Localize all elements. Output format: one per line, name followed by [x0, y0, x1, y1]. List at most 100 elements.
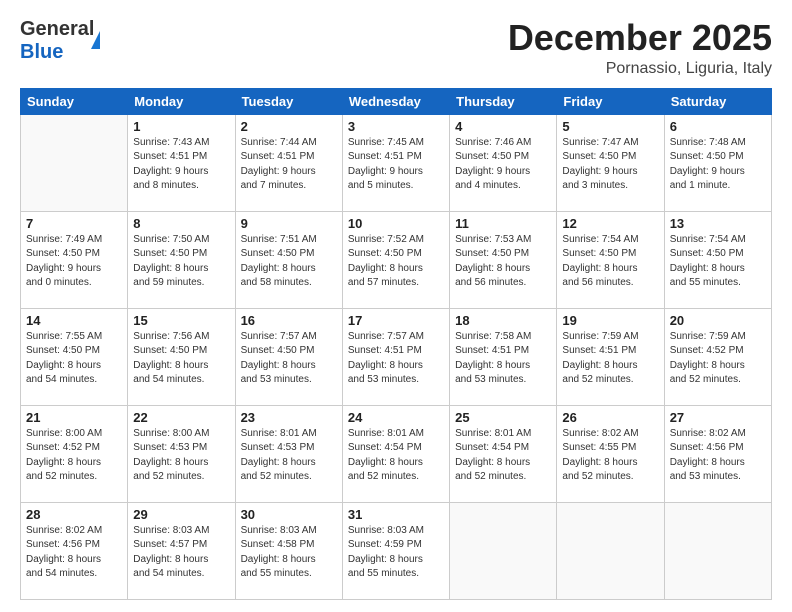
- day-info: Sunrise: 8:02 AM Sunset: 4:56 PM Dayligh…: [670, 427, 766, 485]
- day-info: Sunrise: 7:54 AM Sunset: 4:50 PM Dayligh…: [562, 233, 658, 291]
- calendar-cell: [21, 114, 128, 211]
- col-friday: Friday: [557, 88, 664, 114]
- day-number: 10: [348, 216, 444, 231]
- day-info: Sunrise: 8:03 AM Sunset: 4:57 PM Dayligh…: [133, 524, 229, 582]
- day-number: 14: [26, 313, 122, 328]
- calendar-cell: 16Sunrise: 7:57 AM Sunset: 4:50 PM Dayli…: [235, 308, 342, 405]
- day-number: 23: [241, 410, 337, 425]
- col-saturday: Saturday: [664, 88, 771, 114]
- day-number: 19: [562, 313, 658, 328]
- day-info: Sunrise: 8:02 AM Sunset: 4:55 PM Dayligh…: [562, 427, 658, 485]
- col-thursday: Thursday: [450, 88, 557, 114]
- calendar-cell: 17Sunrise: 7:57 AM Sunset: 4:51 PM Dayli…: [342, 308, 449, 405]
- day-number: 18: [455, 313, 551, 328]
- location: Pornassio, Liguria, Italy: [508, 60, 772, 78]
- calendar-week-2: 7Sunrise: 7:49 AM Sunset: 4:50 PM Daylig…: [21, 211, 772, 308]
- day-info: Sunrise: 7:57 AM Sunset: 4:51 PM Dayligh…: [348, 330, 444, 388]
- day-number: 31: [348, 507, 444, 522]
- day-number: 24: [348, 410, 444, 425]
- calendar-cell: 9Sunrise: 7:51 AM Sunset: 4:50 PM Daylig…: [235, 211, 342, 308]
- calendar-week-1: 1 Sunrise: 7:43 AM Sunset: 4:51 PM Daylig…: [21, 114, 772, 211]
- day-number: 28: [26, 507, 122, 522]
- calendar: Sunday Monday Tuesday Wednesday Thursday…: [20, 88, 772, 600]
- day-info: Sunrise: 7:56 AM Sunset: 4:50 PM Dayligh…: [133, 330, 229, 388]
- day-number: 27: [670, 410, 766, 425]
- calendar-cell: 20Sunrise: 7:59 AM Sunset: 4:52 PM Dayli…: [664, 308, 771, 405]
- calendar-cell: 7Sunrise: 7:49 AM Sunset: 4:50 PM Daylig…: [21, 211, 128, 308]
- calendar-cell: 30 Sunrise: 8:03 AM Sunset: 4:58 PM Dayli…: [235, 502, 342, 599]
- calendar-cell: 6Sunrise: 7:48 AM Sunset: 4:50 PM Daylig…: [664, 114, 771, 211]
- calendar-cell: 5Sunrise: 7:47 AM Sunset: 4:50 PM Daylig…: [557, 114, 664, 211]
- title-area: December 2025 Pornassio, Liguria, Italy: [508, 18, 772, 78]
- calendar-header-row: Sunday Monday Tuesday Wednesday Thursday…: [21, 88, 772, 114]
- day-number: 15: [133, 313, 229, 328]
- day-number: 26: [562, 410, 658, 425]
- calendar-cell: [450, 502, 557, 599]
- day-number: 6: [670, 119, 766, 134]
- header: General Blue December 2025 Pornassio, Li…: [20, 18, 772, 78]
- day-info: Sunrise: 8:01 AM Sunset: 4:54 PM Dayligh…: [348, 427, 444, 485]
- day-number: 13: [670, 216, 766, 231]
- day-number: 30: [241, 507, 337, 522]
- calendar-week-3: 14 Sunrise: 7:55 AM Sunset: 4:50 PM Dayli…: [21, 308, 772, 405]
- day-info: Sunrise: 7:45 AM Sunset: 4:51 PM Dayligh…: [348, 136, 444, 194]
- day-info: Sunrise: 7:59 AM Sunset: 4:52 PM Dayligh…: [670, 330, 766, 388]
- day-number: 3: [348, 119, 444, 134]
- calendar-cell: 3 Sunrise: 7:45 AM Sunset: 4:51 PM Daylig…: [342, 114, 449, 211]
- day-info: Sunrise: 7:51 AM Sunset: 4:50 PM Dayligh…: [241, 233, 337, 291]
- day-info: Sunrise: 8:03 AM Sunset: 4:59 PM Dayligh…: [348, 524, 444, 582]
- logo-general: General: [20, 18, 94, 41]
- calendar-cell: [664, 502, 771, 599]
- calendar-cell: 24 Sunrise: 8:01 AM Sunset: 4:54 PM Dayli…: [342, 405, 449, 502]
- day-info: Sunrise: 8:01 AM Sunset: 4:54 PM Dayligh…: [455, 427, 551, 485]
- calendar-cell: 27 Sunrise: 8:02 AM Sunset: 4:56 PM Dayli…: [664, 405, 771, 502]
- calendar-cell: 25 Sunrise: 8:01 AM Sunset: 4:54 PM Dayli…: [450, 405, 557, 502]
- day-info: Sunrise: 8:00 AM Sunset: 4:52 PM Dayligh…: [26, 427, 122, 485]
- col-sunday: Sunday: [21, 88, 128, 114]
- day-info: Sunrise: 7:46 AM Sunset: 4:50 PM Dayligh…: [455, 136, 551, 194]
- day-info: Sunrise: 7:54 AM Sunset: 4:50 PM Dayligh…: [670, 233, 766, 291]
- calendar-cell: 22Sunrise: 8:00 AM Sunset: 4:53 PM Dayli…: [128, 405, 235, 502]
- calendar-cell: 26 Sunrise: 8:02 AM Sunset: 4:55 PM Dayli…: [557, 405, 664, 502]
- calendar-cell: 31 Sunrise: 8:03 AM Sunset: 4:59 PM Dayli…: [342, 502, 449, 599]
- calendar-week-4: 21 Sunrise: 8:00 AM Sunset: 4:52 PM Dayli…: [21, 405, 772, 502]
- day-info: Sunrise: 7:58 AM Sunset: 4:51 PM Dayligh…: [455, 330, 551, 388]
- calendar-cell: 15 Sunrise: 7:56 AM Sunset: 4:50 PM Dayli…: [128, 308, 235, 405]
- calendar-cell: 19 Sunrise: 7:59 AM Sunset: 4:51 PM Dayli…: [557, 308, 664, 405]
- calendar-week-5: 28Sunrise: 8:02 AM Sunset: 4:56 PM Dayli…: [21, 502, 772, 599]
- day-number: 22: [133, 410, 229, 425]
- calendar-cell: 10 Sunrise: 7:52 AM Sunset: 4:50 PM Dayli…: [342, 211, 449, 308]
- day-number: 1: [133, 119, 229, 134]
- calendar-cell: 23 Sunrise: 8:01 AM Sunset: 4:53 PM Dayli…: [235, 405, 342, 502]
- calendar-cell: 1 Sunrise: 7:43 AM Sunset: 4:51 PM Daylig…: [128, 114, 235, 211]
- calendar-cell: 28Sunrise: 8:02 AM Sunset: 4:56 PM Dayli…: [21, 502, 128, 599]
- calendar-cell: 8Sunrise: 7:50 AM Sunset: 4:50 PM Daylig…: [128, 211, 235, 308]
- day-number: 25: [455, 410, 551, 425]
- calendar-cell: 11Sunrise: 7:53 AM Sunset: 4:50 PM Dayli…: [450, 211, 557, 308]
- day-info: Sunrise: 7:59 AM Sunset: 4:51 PM Dayligh…: [562, 330, 658, 388]
- day-info: Sunrise: 7:52 AM Sunset: 4:50 PM Dayligh…: [348, 233, 444, 291]
- day-info: Sunrise: 7:55 AM Sunset: 4:50 PM Dayligh…: [26, 330, 122, 388]
- day-info: Sunrise: 7:43 AM Sunset: 4:51 PM Dayligh…: [133, 136, 229, 194]
- calendar-cell: [557, 502, 664, 599]
- day-number: 21: [26, 410, 122, 425]
- col-tuesday: Tuesday: [235, 88, 342, 114]
- day-number: 29: [133, 507, 229, 522]
- calendar-cell: 18 Sunrise: 7:58 AM Sunset: 4:51 PM Dayli…: [450, 308, 557, 405]
- col-monday: Monday: [128, 88, 235, 114]
- day-number: 11: [455, 216, 551, 231]
- logo: General Blue: [20, 18, 100, 64]
- logo-blue: Blue: [20, 41, 94, 64]
- day-number: 16: [241, 313, 337, 328]
- day-info: Sunrise: 7:47 AM Sunset: 4:50 PM Dayligh…: [562, 136, 658, 194]
- day-number: 4: [455, 119, 551, 134]
- calendar-cell: 2Sunrise: 7:44 AM Sunset: 4:51 PM Daylig…: [235, 114, 342, 211]
- col-wednesday: Wednesday: [342, 88, 449, 114]
- calendar-cell: 21 Sunrise: 8:00 AM Sunset: 4:52 PM Dayli…: [21, 405, 128, 502]
- calendar-cell: 14 Sunrise: 7:55 AM Sunset: 4:50 PM Dayli…: [21, 308, 128, 405]
- calendar-cell: 12Sunrise: 7:54 AM Sunset: 4:50 PM Dayli…: [557, 211, 664, 308]
- day-info: Sunrise: 8:03 AM Sunset: 4:58 PM Dayligh…: [241, 524, 337, 582]
- calendar-cell: 29 Sunrise: 8:03 AM Sunset: 4:57 PM Dayli…: [128, 502, 235, 599]
- day-info: Sunrise: 7:50 AM Sunset: 4:50 PM Dayligh…: [133, 233, 229, 291]
- day-info: Sunrise: 8:01 AM Sunset: 4:53 PM Dayligh…: [241, 427, 337, 485]
